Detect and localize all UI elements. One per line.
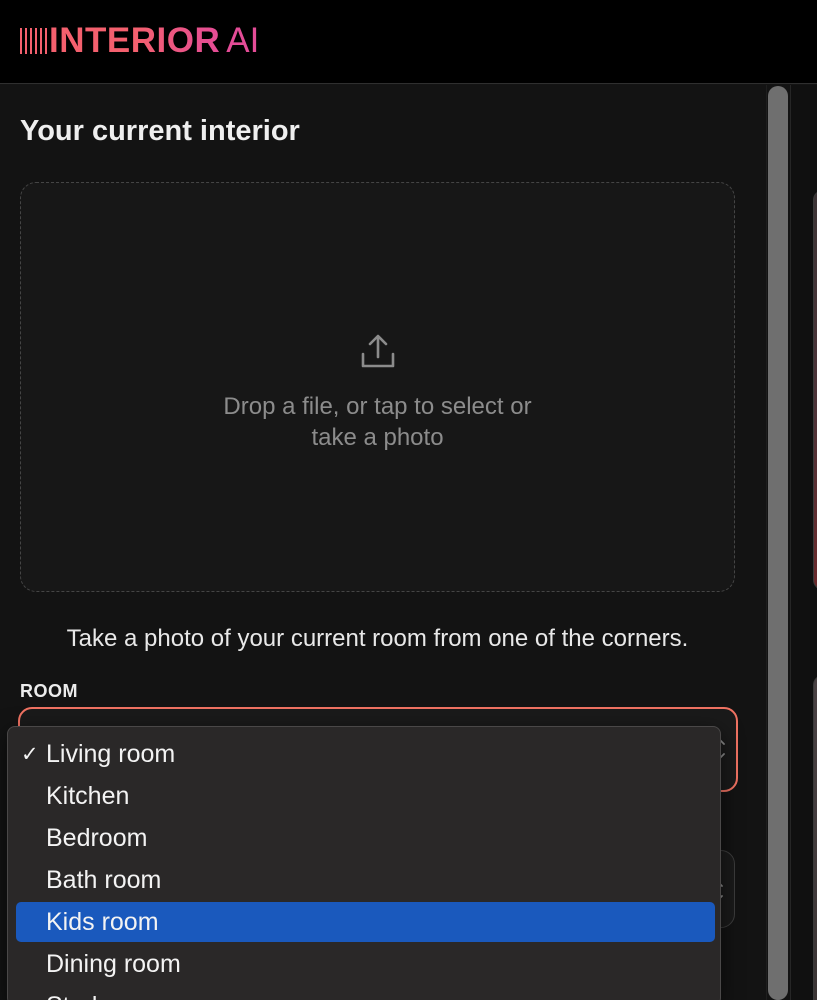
room-option-label: Study room <box>46 992 174 1000</box>
room-option-label: Kids room <box>46 908 159 936</box>
room-option-kids-room[interactable]: Kids room <box>16 902 715 942</box>
interior-ai-logo[interactable]: INTERIOR AI <box>20 21 260 60</box>
room-option-kitchen[interactable]: Kitchen <box>16 776 715 816</box>
room-option-study-room[interactable]: Study room <box>16 986 715 1000</box>
room-option-label: Bath room <box>46 866 162 894</box>
upload-icon <box>361 334 395 368</box>
dropzone-line-2: take a photo <box>311 424 444 451</box>
result-image[interactable] <box>813 675 817 1000</box>
dropzone-line-1: Drop a file, or tap to select or <box>223 393 532 420</box>
results-panel <box>790 85 817 1000</box>
logo-text: INTERIOR <box>49 21 221 60</box>
room-option-label: Dining room <box>46 950 181 978</box>
room-option-living-room[interactable]: ✓ Living room <box>16 734 715 774</box>
room-option-bedroom[interactable]: Bedroom <box>16 818 715 858</box>
room-dropdown-menu: ✓ Living room Kitchen Bedroom Bath room … <box>7 726 721 1000</box>
room-option-label: Living room <box>46 740 176 768</box>
room-label: ROOM <box>20 681 78 701</box>
room-option-bath-room[interactable]: Bath room <box>16 860 715 900</box>
photo-dropzone[interactable]: Drop a file, or tap to select or take a … <box>20 182 735 592</box>
logo-bars-icon <box>20 28 47 54</box>
room-option-label: Bedroom <box>46 824 148 852</box>
section-title: Your current interior <box>20 115 300 147</box>
scrollbar-thumb[interactable] <box>768 86 788 1000</box>
logo-suffix: AI <box>226 21 260 60</box>
room-option-label: Kitchen <box>46 782 130 810</box>
result-image[interactable] <box>813 190 817 590</box>
checkmark-icon: ✓ <box>21 743 39 766</box>
dropzone-instructions: Drop a file, or tap to select or take a … <box>21 391 734 453</box>
room-option-dining-room[interactable]: Dining room <box>16 944 715 984</box>
photo-hint: Take a photo of your current room from o… <box>66 625 689 652</box>
app-header: INTERIOR AI <box>0 0 817 84</box>
